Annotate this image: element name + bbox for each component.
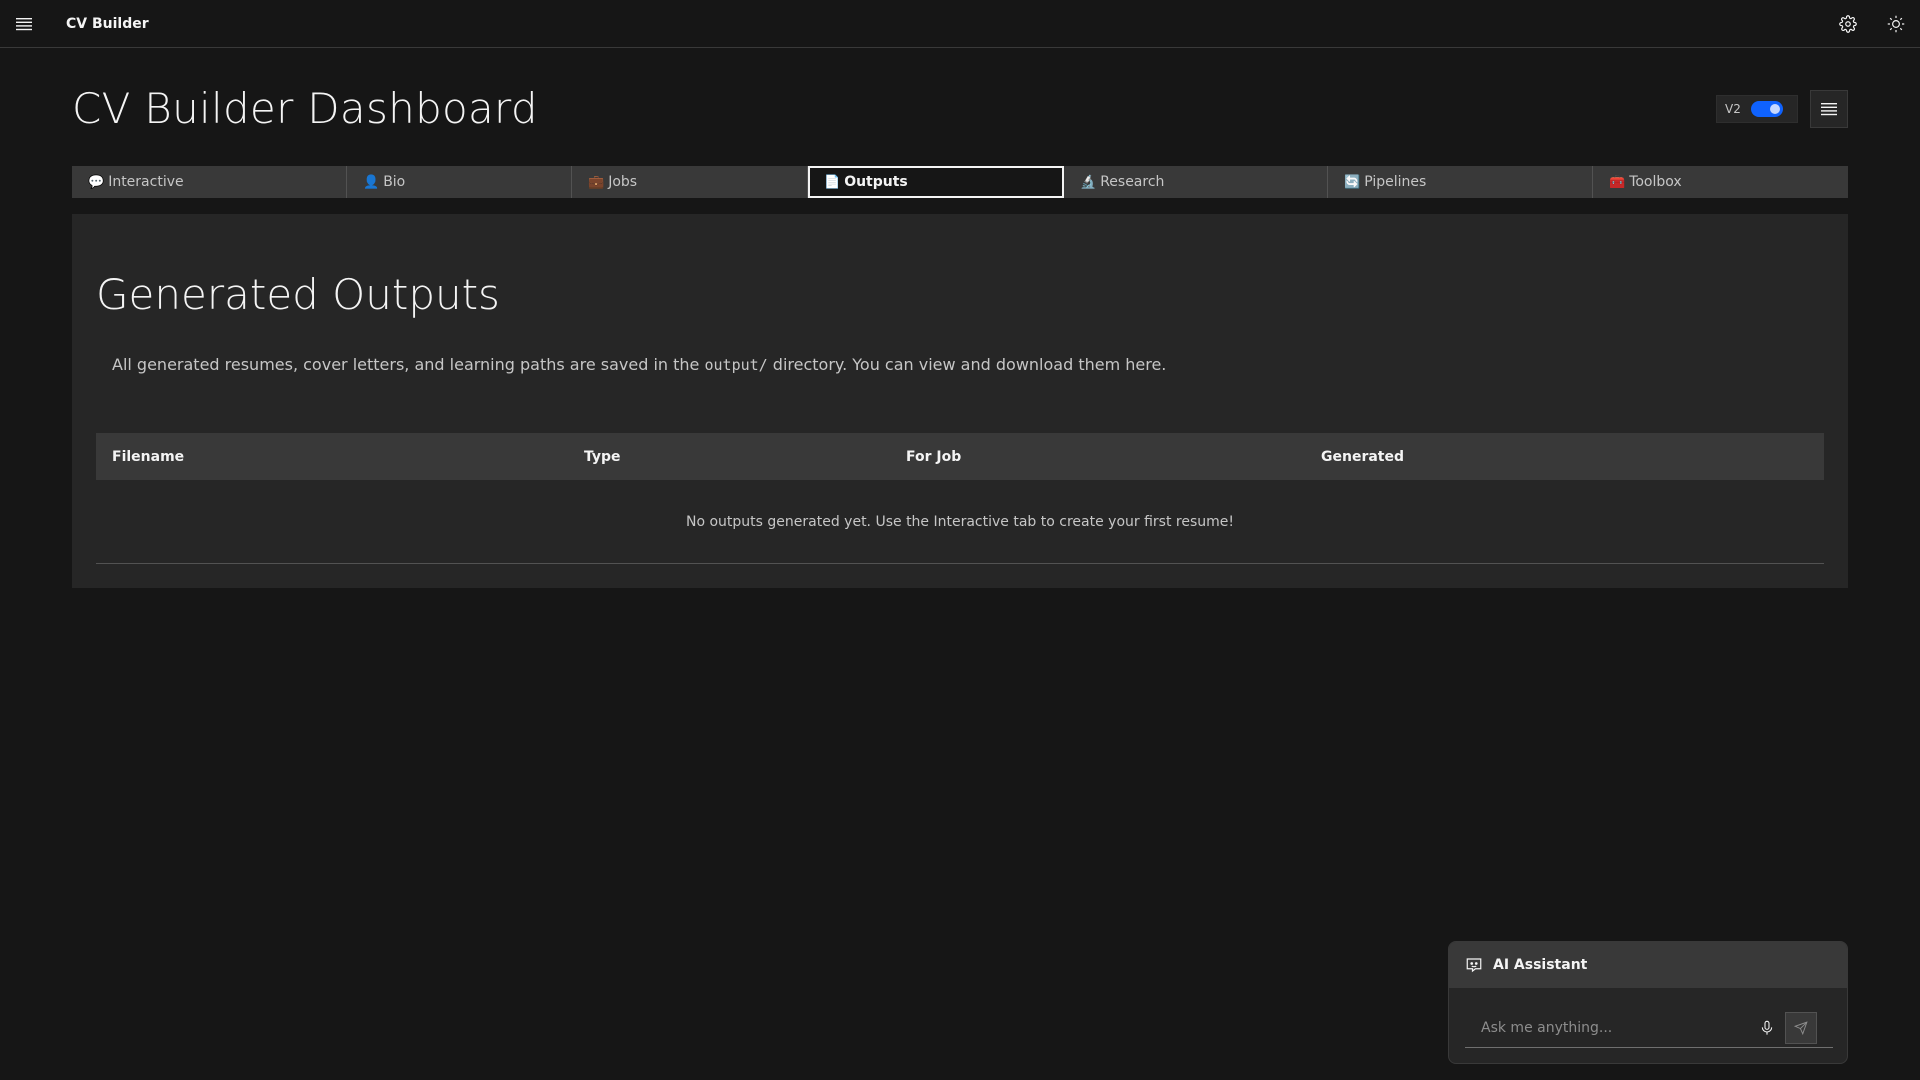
tab-label: Jobs [608,174,638,190]
settings-button[interactable] [1824,0,1872,48]
page-title: CV Builder Dashboard [72,84,538,133]
tab-toolbox[interactable]: 🧰 Toolbox [1593,166,1848,198]
version-toggle[interactable]: V2 [1716,95,1798,123]
tab-bio[interactable]: 👤 Bio [347,166,572,198]
tab-interactive[interactable]: 💬 Interactive [72,166,347,198]
list-icon [1821,103,1837,116]
microphone-button[interactable] [1751,1012,1783,1044]
tab-pipelines[interactable]: 🔄 Pipelines [1328,166,1593,198]
tab-label: Toolbox [1629,174,1682,190]
section-title: Generated Outputs [96,270,500,319]
hamburger-menu-button[interactable] [0,0,48,48]
assistant-title: AI Assistant [1493,957,1588,973]
list-view-button[interactable] [1810,90,1848,128]
tab-outputs[interactable]: 📄 Outputs [808,166,1064,198]
section-description: All generated resumes, cover letters, an… [112,355,1166,374]
description-text-start: All generated resumes, cover letters, an… [112,355,705,374]
document-icon: 📄 [824,174,841,190]
sun-icon [1887,15,1905,33]
refresh-icon: 🔄 [1344,174,1361,190]
briefcase-icon: 💼 [588,174,605,190]
toggle-switch[interactable] [1750,101,1783,117]
outputs-table: Filename Type For Job Generated No outpu… [96,433,1824,564]
microphone-icon [1761,1020,1773,1035]
top-header: CV Builder [0,0,1920,48]
send-icon [1794,1020,1808,1035]
tab-label: Research [1100,174,1165,190]
empty-state-row: No outputs generated yet. Use the Intera… [96,480,1824,564]
empty-state-message: No outputs generated yet. Use the Intera… [686,513,1234,530]
tab-bar: 💬 Interactive 👤 Bio 💼 Jobs 📄 Outputs 🔬 R… [72,166,1848,198]
assistant-chat-input[interactable] [1465,1008,1751,1047]
header-actions [1824,0,1920,48]
top-controls: V2 [1716,90,1848,128]
microscope-icon: 🔬 [1080,174,1097,190]
hamburger-menu-icon [16,17,32,30]
assistant-header[interactable]: AI Assistant [1449,942,1847,988]
column-header-generated[interactable]: Generated [1321,449,1404,465]
tab-label: Outputs [844,174,908,190]
tab-research[interactable]: 🔬 Research [1064,166,1328,198]
person-icon: 👤 [363,174,380,190]
column-header-for-job[interactable]: For Job [906,449,961,465]
ai-assistant-widget: AI Assistant [1448,941,1848,1064]
chat-bot-icon [1466,958,1482,973]
tab-label: Bio [383,174,406,190]
assistant-input-row [1465,1008,1833,1048]
table-header: Filename Type For Job Generated [96,433,1824,480]
version-label: V2 [1725,102,1741,116]
description-text-end: directory. You can view and download the… [767,355,1167,374]
toggle-knob [1769,104,1780,114]
column-header-filename[interactable]: Filename [112,449,184,465]
outputs-panel: Generated Outputs All generated resumes,… [72,214,1848,588]
app-title[interactable]: CV Builder [66,16,149,32]
theme-toggle-button[interactable] [1872,0,1920,48]
output-directory-code: output/ [704,356,768,374]
column-header-type[interactable]: Type [584,449,621,465]
tab-jobs[interactable]: 💼 Jobs [572,166,808,198]
gear-icon [1839,15,1857,33]
tab-label: Pipelines [1364,174,1427,190]
send-button[interactable] [1785,1011,1817,1044]
speech-bubble-icon: 💬 [88,174,105,190]
toolbox-icon: 🧰 [1609,174,1626,190]
tab-label: Interactive [108,174,184,190]
